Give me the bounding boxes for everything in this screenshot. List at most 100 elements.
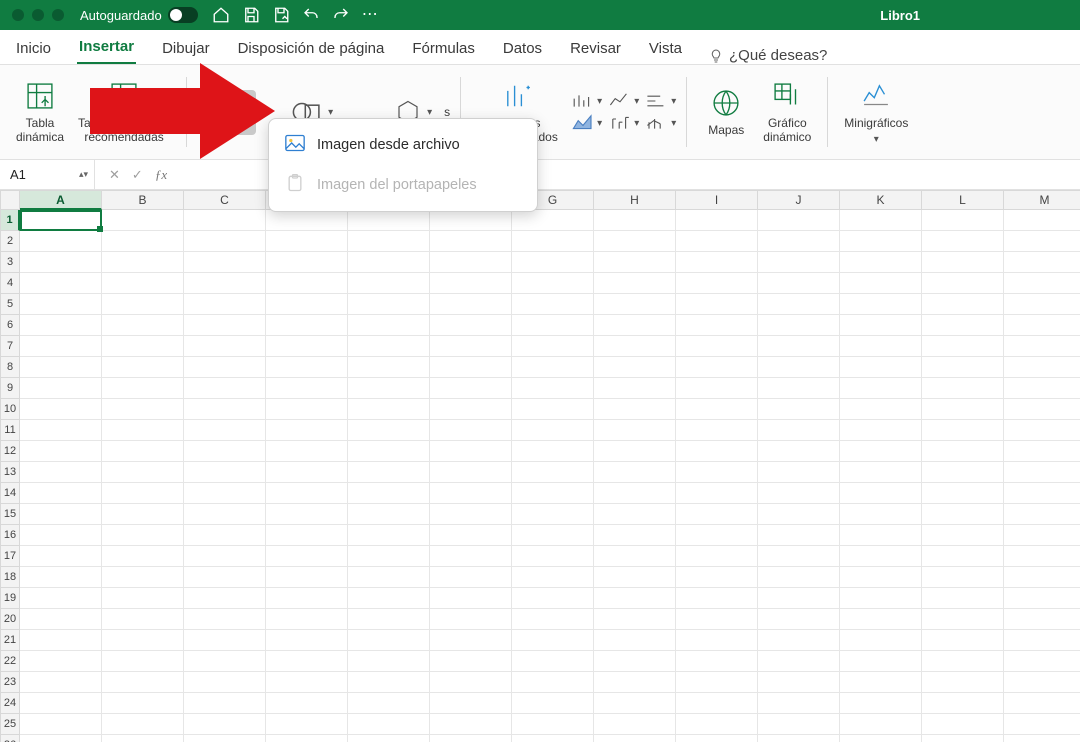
autosave-toggle[interactable]: Autoguardado <box>80 7 198 23</box>
cell[interactable] <box>758 315 840 336</box>
cell[interactable] <box>840 567 922 588</box>
cell[interactable] <box>512 630 594 651</box>
cell[interactable] <box>20 252 102 273</box>
cell[interactable] <box>1004 735 1080 742</box>
cell[interactable] <box>922 441 1004 462</box>
select-all-corner[interactable] <box>0 190 20 210</box>
cell[interactable] <box>922 252 1004 273</box>
cell[interactable] <box>840 714 922 735</box>
cell[interactable] <box>184 231 266 252</box>
cell[interactable] <box>676 483 758 504</box>
cell[interactable] <box>922 399 1004 420</box>
cell[interactable] <box>1004 336 1080 357</box>
cell[interactable] <box>594 483 676 504</box>
cell[interactable] <box>676 462 758 483</box>
row-header[interactable]: 12 <box>0 441 20 462</box>
cell[interactable] <box>758 546 840 567</box>
save-as-icon[interactable] <box>272 6 290 24</box>
cell[interactable] <box>102 336 184 357</box>
cell[interactable] <box>512 672 594 693</box>
cell[interactable] <box>184 210 266 231</box>
cell[interactable] <box>1004 630 1080 651</box>
name-box[interactable]: A1 ▴▾ <box>0 160 95 189</box>
cell[interactable] <box>20 714 102 735</box>
enter-icon[interactable]: ✓ <box>132 167 143 183</box>
cell[interactable] <box>430 609 512 630</box>
cell[interactable] <box>20 609 102 630</box>
cell[interactable] <box>758 399 840 420</box>
cell[interactable] <box>1004 462 1080 483</box>
cell[interactable] <box>20 525 102 546</box>
cell[interactable] <box>102 231 184 252</box>
cell[interactable] <box>184 525 266 546</box>
cell[interactable] <box>102 399 184 420</box>
cell[interactable] <box>430 336 512 357</box>
minimize-window-icon[interactable] <box>32 9 44 21</box>
cell[interactable] <box>840 651 922 672</box>
cell[interactable] <box>348 588 430 609</box>
cell[interactable] <box>20 672 102 693</box>
cell[interactable] <box>676 693 758 714</box>
cell[interactable] <box>840 336 922 357</box>
cell[interactable] <box>348 609 430 630</box>
row-header[interactable]: 6 <box>0 315 20 336</box>
cell[interactable] <box>840 210 922 231</box>
cell[interactable] <box>758 378 840 399</box>
cell[interactable] <box>102 651 184 672</box>
cell[interactable] <box>594 525 676 546</box>
tab-disposicion[interactable]: Disposición de página <box>236 34 387 64</box>
cell[interactable] <box>102 210 184 231</box>
cell[interactable] <box>594 336 676 357</box>
cell[interactable] <box>102 714 184 735</box>
cell[interactable] <box>266 525 348 546</box>
cell[interactable] <box>676 546 758 567</box>
cell[interactable] <box>758 231 840 252</box>
cell[interactable] <box>102 378 184 399</box>
cell[interactable] <box>676 441 758 462</box>
row-header[interactable]: 3 <box>0 252 20 273</box>
cell[interactable] <box>758 567 840 588</box>
cell[interactable] <box>266 567 348 588</box>
cell[interactable] <box>512 525 594 546</box>
redo-icon[interactable] <box>332 6 350 24</box>
cell[interactable] <box>922 630 1004 651</box>
column-header[interactable]: M <box>1004 190 1080 210</box>
cell[interactable] <box>758 462 840 483</box>
cell[interactable] <box>758 441 840 462</box>
cell[interactable] <box>758 630 840 651</box>
cell[interactable] <box>840 378 922 399</box>
row-header[interactable]: 17 <box>0 546 20 567</box>
cell[interactable] <box>20 273 102 294</box>
cell[interactable] <box>20 294 102 315</box>
cell[interactable] <box>102 609 184 630</box>
cell[interactable] <box>840 441 922 462</box>
cell[interactable] <box>676 714 758 735</box>
cell[interactable] <box>594 735 676 742</box>
cell[interactable] <box>594 651 676 672</box>
cell[interactable] <box>1004 420 1080 441</box>
cell[interactable] <box>512 441 594 462</box>
cell[interactable] <box>922 567 1004 588</box>
cell[interactable] <box>348 651 430 672</box>
toggle-off-icon[interactable] <box>168 7 198 23</box>
cell[interactable] <box>430 273 512 294</box>
cell[interactable] <box>922 315 1004 336</box>
tab-formulas[interactable]: Fórmulas <box>410 34 477 64</box>
cell[interactable] <box>512 252 594 273</box>
cell[interactable] <box>430 294 512 315</box>
tab-datos[interactable]: Datos <box>501 34 544 64</box>
row-header[interactable]: 9 <box>0 378 20 399</box>
cell[interactable] <box>594 588 676 609</box>
cell[interactable] <box>102 693 184 714</box>
cell[interactable] <box>594 210 676 231</box>
cell[interactable] <box>348 231 430 252</box>
cell[interactable] <box>266 546 348 567</box>
cell[interactable] <box>758 714 840 735</box>
row-header[interactable]: 2 <box>0 231 20 252</box>
cell[interactable] <box>266 273 348 294</box>
row-header[interactable]: 24 <box>0 693 20 714</box>
cell[interactable] <box>594 315 676 336</box>
cell[interactable] <box>1004 315 1080 336</box>
cell[interactable] <box>348 315 430 336</box>
cell[interactable] <box>922 483 1004 504</box>
